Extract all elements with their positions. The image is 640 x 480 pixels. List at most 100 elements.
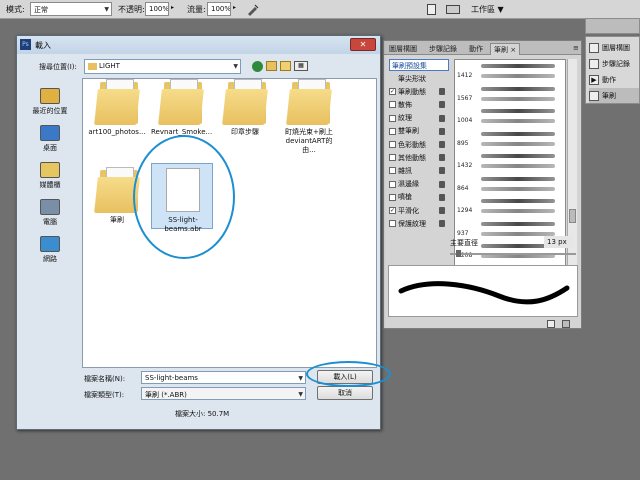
brush-tip-stroke[interactable]	[481, 199, 555, 203]
brush-setting-item[interactable]: 雙筆刷	[389, 125, 449, 138]
flow-arrow-icon[interactable]: ▸	[233, 4, 236, 11]
checkbox[interactable]	[389, 101, 396, 109]
place-desktop[interactable]: 桌面	[23, 125, 77, 153]
lock-icon[interactable]	[439, 167, 445, 175]
checkbox[interactable]: ✓	[389, 207, 396, 214]
brush-tip-stroke[interactable]	[481, 209, 555, 213]
filename-input[interactable]: SS-light-beams ▼	[141, 371, 306, 384]
brush-setting-item[interactable]: 雜訊	[389, 164, 449, 177]
place-libraries[interactable]: 媒體櫃	[23, 162, 77, 190]
lock-icon[interactable]	[439, 193, 445, 201]
brush-setting-label: 紋理	[398, 114, 412, 123]
new-brush-icon[interactable]	[547, 320, 555, 328]
dock-item-history[interactable]: 步驟記錄	[589, 56, 639, 71]
dock-item-layer-comps[interactable]: 圖層構圖	[589, 40, 639, 55]
brush-setting-item[interactable]: 筆尖形狀	[389, 72, 449, 85]
brush-tip-stroke[interactable]	[481, 86, 555, 91]
checkbox[interactable]	[389, 180, 396, 188]
brush-stroke-preview	[388, 265, 578, 317]
brush-tip-stroke[interactable]	[481, 131, 555, 136]
brush-setting-item[interactable]: 保護紋理	[389, 217, 449, 230]
tab-actions[interactable]: 動作	[466, 43, 486, 55]
brush-tip-stroke[interactable]	[481, 141, 555, 146]
checkbox[interactable]	[389, 127, 396, 135]
trash-icon[interactable]	[562, 320, 570, 328]
cancel-button[interactable]: 取消	[317, 386, 373, 400]
diameter-slider[interactable]	[450, 250, 576, 257]
opacity-arrow-icon[interactable]: ▸	[171, 4, 174, 11]
folder-item[interactable]: art100_photos...	[87, 79, 147, 137]
brush-tip-stroke[interactable]	[481, 176, 555, 181]
brush-tip-stroke[interactable]	[481, 186, 555, 191]
folder-item[interactable]: 印章步驟	[215, 79, 275, 137]
new-folder-icon[interactable]	[280, 61, 291, 71]
tab-layer-comps[interactable]: 圖層構圖	[386, 43, 420, 55]
brush-tip-stroke[interactable]	[481, 74, 555, 78]
arrange-icon[interactable]	[446, 5, 460, 14]
folder-icon	[88, 63, 97, 70]
brush-icon	[589, 90, 599, 101]
tab-brush[interactable]: 筆刷 ×	[490, 43, 521, 55]
back-icon[interactable]	[252, 61, 263, 72]
tab-history[interactable]: 步驟記錄	[426, 43, 460, 55]
view-menu-icon[interactable]: ▦	[294, 61, 308, 71]
folder-item[interactable]: 町燒光束+刷上deviantART的由...	[279, 79, 339, 155]
checkbox[interactable]	[389, 141, 396, 148]
look-in-select[interactable]: LIGHT ▼	[84, 59, 241, 74]
file-list[interactable]: art100_photos... Revnart_Smoke... 印章步驟 町燒光束…	[82, 78, 377, 368]
checkbox[interactable]	[389, 193, 396, 201]
brush-tip-stroke[interactable]	[481, 164, 555, 168]
lock-icon[interactable]	[439, 154, 445, 162]
lock-icon[interactable]	[439, 207, 445, 214]
checkbox[interactable]: ✓	[389, 88, 396, 96]
lock-icon[interactable]	[439, 180, 445, 188]
close-button[interactable]: ✕	[350, 38, 376, 51]
brush-tip-stroke[interactable]	[481, 96, 555, 101]
flow-input[interactable]: 100%	[207, 2, 231, 16]
document-icon[interactable]	[427, 4, 436, 15]
workspace-menu[interactable]: 工作區 ▼	[471, 4, 504, 15]
place-recent-places[interactable]: 最近的位置	[23, 88, 77, 116]
folder-item[interactable]: Revnart_Smoke...	[151, 79, 212, 137]
brush-setting-item[interactable]: 噴槍	[389, 191, 449, 204]
lock-icon[interactable]	[439, 141, 445, 148]
chevron-down-icon: ▼	[298, 391, 303, 398]
dialog-titlebar[interactable]: Ps 載入 ✕	[17, 36, 380, 54]
lock-icon[interactable]	[439, 220, 445, 228]
dock-item-actions[interactable]: ▶ 動作	[589, 72, 639, 87]
brush-tip-stroke[interactable]	[481, 109, 555, 113]
place-label: 網路	[43, 255, 57, 263]
opacity-input[interactable]: 100%	[145, 2, 169, 16]
brush-tip-stroke[interactable]	[481, 221, 555, 226]
dock-item-brush[interactable]: 筆刷	[589, 88, 639, 103]
folder-icon	[158, 79, 204, 125]
mode-select[interactable]: 正常 ▼	[30, 2, 112, 16]
checkbox[interactable]	[389, 167, 396, 175]
lock-icon[interactable]	[439, 88, 445, 96]
airbrush-icon[interactable]	[246, 3, 259, 16]
panel-menu-icon[interactable]: ≡	[570, 43, 582, 55]
lock-icon[interactable]	[439, 127, 445, 135]
brush-tip-stroke[interactable]	[481, 231, 555, 236]
lock-icon[interactable]	[439, 114, 445, 122]
brush-setting-item[interactable]: 紋理	[389, 112, 449, 125]
checkbox[interactable]	[389, 220, 396, 228]
place-network[interactable]: 網路	[23, 236, 77, 264]
up-folder-icon[interactable]	[266, 61, 277, 71]
place-computer[interactable]: 電腦	[23, 199, 77, 227]
checkbox[interactable]	[389, 154, 396, 162]
filetype-select[interactable]: 筆刷 (*.ABR) ▼	[141, 387, 306, 400]
lock-icon[interactable]	[439, 101, 445, 109]
brush-presets-button[interactable]: 筆刷預設集	[389, 59, 449, 71]
brush-setting-item[interactable]: 其他動態	[389, 151, 449, 164]
brush-tip-stroke[interactable]	[481, 64, 555, 68]
brush-setting-item[interactable]: ✓ 筆刷動態	[389, 85, 449, 98]
diameter-input[interactable]: 13 px	[544, 236, 574, 248]
brush-setting-item[interactable]: 散佈	[389, 98, 449, 111]
checkbox[interactable]	[389, 114, 396, 122]
brush-setting-item[interactable]: ✓ 平滑化	[389, 204, 449, 217]
brush-setting-item[interactable]: 濕邊緣	[389, 178, 449, 191]
brush-tip-stroke[interactable]	[481, 154, 555, 158]
brush-setting-item[interactable]: 色彩動態	[389, 138, 449, 151]
brush-tip-stroke[interactable]	[481, 119, 555, 123]
